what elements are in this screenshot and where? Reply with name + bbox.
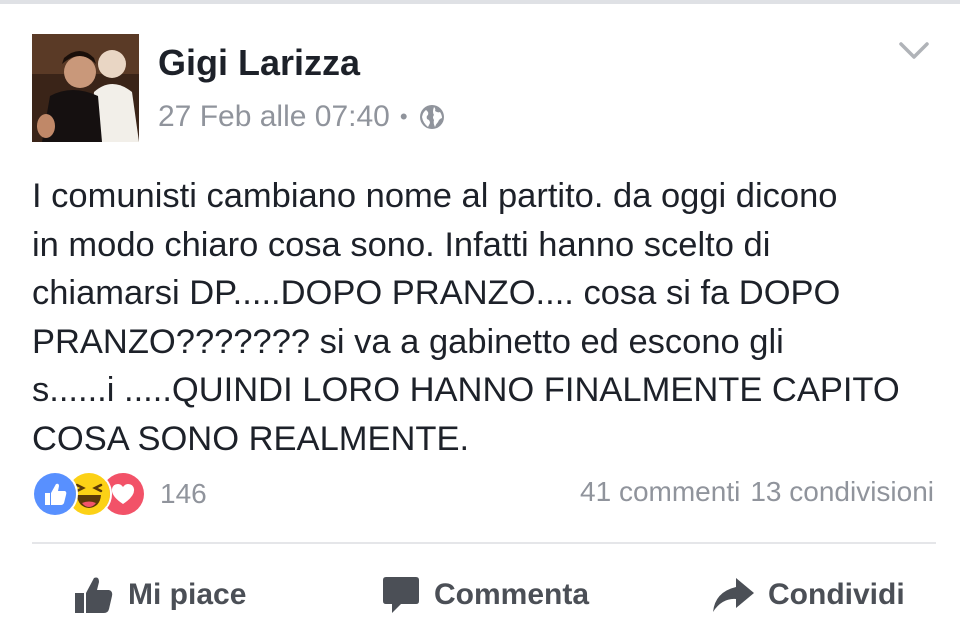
divider [32,542,936,544]
share-label: Condividi [768,578,905,611]
share-button[interactable]: Condividi [710,565,905,625]
comment-label: Commenta [434,578,590,611]
post-meta: 27 Feb alle 07:40 • [158,97,446,137]
avatar[interactable] [32,34,139,142]
shares-count[interactable]: 13 condivisioni [750,476,934,512]
thumbs-up-icon [75,577,113,613]
post-text: I comunisti cambiano nome al partito. da… [32,177,900,458]
post-stats: 41 commenti 13 condivisioni [580,476,934,512]
author-name[interactable]: Gigi Larizza [158,42,360,84]
meta-separator: • [399,104,408,129]
top-border [0,0,960,4]
globe-icon [418,103,446,131]
comments-count[interactable]: 41 commenti [580,476,740,512]
like-label: Mi piace [128,578,247,611]
like-icon [32,471,78,517]
reaction-count: 146 [160,478,207,509]
post-timestamp[interactable]: 27 Feb alle 07:40 [158,100,390,134]
share-arrow-icon [713,578,754,612]
action-bar: Mi piace Commenta Condividi [0,565,960,625]
comment-button[interactable]: Commenta [380,565,589,625]
like-button[interactable]: Mi piace [72,565,246,625]
avatar-photo [32,34,139,142]
reactions-summary[interactable]: 146 [32,471,207,517]
chevron-down-icon[interactable] [898,40,930,62]
comment-icon [383,577,419,613]
